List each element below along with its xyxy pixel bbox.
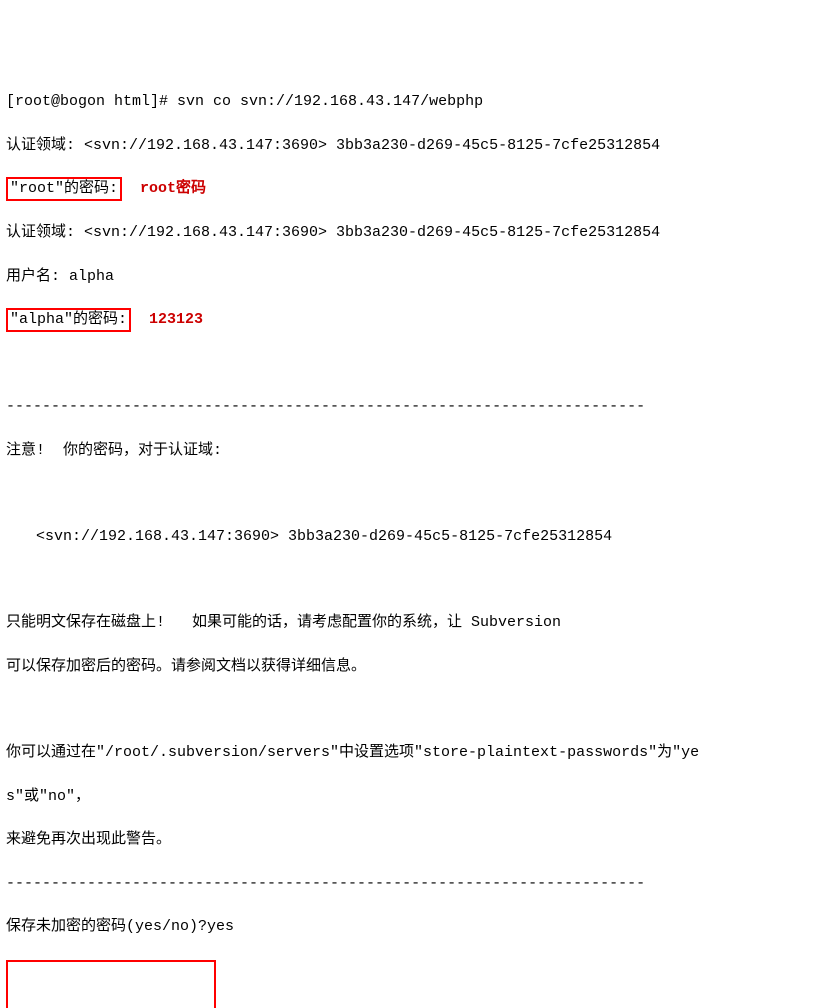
root-password-line: "root"的密码: root密码	[6, 178, 818, 201]
notice-header: 注意! 你的密码，对于认证域:	[6, 440, 818, 462]
checked-out-files-box: A webphp/2222.txt A webphp/123.txt	[6, 960, 216, 1008]
svn-command: svn co svn://192.168.43.147/webphp	[177, 93, 483, 110]
root-password-annotation: root密码	[140, 180, 206, 197]
option-line-3: 来避免再次出现此警告。	[6, 829, 818, 851]
alpha-password-annotation: 123123	[149, 311, 203, 328]
blank-line	[6, 483, 818, 504]
dash-separator-1: ----------------------------------------…	[6, 396, 818, 418]
plaintext-warning-2: 可以保存加密后的密码。请参阅文档以获得详细信息。	[6, 656, 818, 678]
alpha-password-prompt: "alpha"的密码:	[6, 308, 131, 332]
save-password-question: 保存未加密的密码(yes/no)?yes	[6, 916, 818, 938]
blank-line	[6, 354, 818, 375]
file-added-1: A webphp/2222.txt	[12, 1005, 210, 1008]
auth-realm-2: 认证领域: <svn://192.168.43.147:3690> 3bb3a2…	[6, 222, 818, 244]
option-line-2: s"或"no"，	[6, 786, 818, 808]
plaintext-warning-1: 只能明文保存在磁盘上! 如果可能的话，请考虑配置你的系统，让 Subversio…	[6, 612, 818, 634]
root-password-prompt: "root"的密码:	[6, 177, 122, 201]
dash-separator-2: ----------------------------------------…	[6, 873, 818, 895]
blank-line	[6, 570, 818, 591]
terminal-command-line: [root@bogon html]# svn co svn://192.168.…	[6, 91, 818, 113]
auth-realm-indent: <svn://192.168.43.147:3690> 3bb3a230-d26…	[6, 526, 818, 548]
auth-realm-1: 认证领域: <svn://192.168.43.147:3690> 3bb3a2…	[6, 135, 818, 157]
blank-line	[6, 699, 818, 720]
option-line-1: 你可以通过在"/root/.subversion/servers"中设置选项"s…	[6, 742, 818, 764]
shell-prompt: [root@bogon html]#	[6, 93, 177, 110]
username-line: 用户名: alpha	[6, 266, 818, 288]
alpha-password-line: "alpha"的密码: 123123	[6, 309, 818, 332]
